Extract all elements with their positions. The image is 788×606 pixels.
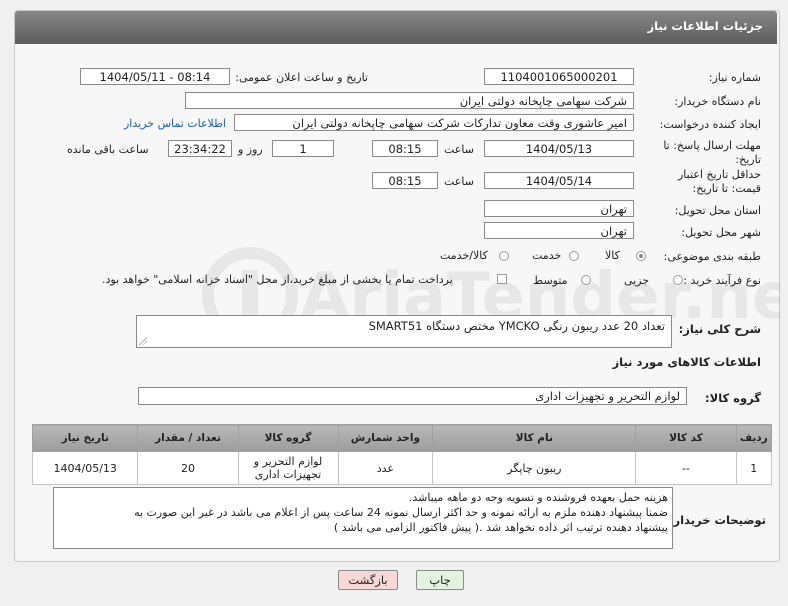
requester-field: امیر عاشوری وقت معاون تدارکات شرکت سهامی… (234, 114, 634, 131)
validity-time-label: ساعت (444, 175, 474, 188)
col-header-code: کد کالا (635, 424, 737, 452)
category-radio-service[interactable] (569, 251, 579, 261)
buyer-notes-line-3: پیشنهاد دهنده ترتیب اثر داده نخواهد شد .… (333, 521, 668, 534)
announce-label: تاریخ و ساعت اعلان عمومی: (235, 71, 368, 84)
col-header-qty: تعداد / مقدار (137, 424, 239, 452)
category-radio-both[interactable] (499, 251, 509, 261)
cell-qty: 20 (137, 451, 239, 485)
reply-time-label: ساعت (444, 143, 474, 156)
province-label: استان محل تحویل: (674, 204, 761, 217)
cell-group: لوازم التحریر و تجهیزات اداری (237, 451, 339, 485)
process-label: نوع فرآیند خرید : (683, 274, 761, 287)
category-radio-goods[interactable] (636, 251, 646, 261)
col-header-group: گروه کالا (237, 424, 339, 452)
category-label: طبقه بندی موضوعی: (663, 250, 761, 263)
resize-grip-icon[interactable] (139, 337, 147, 345)
description-label: شرح کلی نیاز: (678, 322, 761, 336)
col-header-date: تاریخ نیاز (31, 424, 139, 452)
col-header-index: ردیف (735, 424, 773, 452)
category-option-both: کالا/خدمت (440, 249, 488, 262)
province-field: تهران (484, 200, 634, 217)
reply-date-field: 1404/05/13 (484, 140, 634, 157)
cell-date: 1404/05/13 (31, 451, 139, 485)
goods-group-label: گروه کالا: (705, 391, 761, 405)
goods-section-title: اطلاعات کالاهای مورد نیاز (612, 355, 761, 369)
days-label: روز و (238, 143, 263, 156)
description-textarea[interactable]: تعداد 20 عدد ریبون رنگی YMCKO مختص دستگا… (136, 315, 672, 348)
buyer-notes-textarea[interactable]: هزینه حمل بعهده فروشنده و تسویه وجه دو م… (53, 487, 673, 549)
panel-title: جزئیات اطلاعات نیاز (647, 19, 763, 33)
goods-group-field: لوازم التحریر و تجهیزات اداری (138, 387, 687, 405)
back-button[interactable]: بازگشت (338, 570, 398, 590)
buyer-org-label: نام دستگاه خریدار: (674, 95, 761, 108)
buyer-notes-line-2: ضمنا پیشنهاد دهنده ملزم به ارائه نمونه و… (134, 506, 668, 519)
process-radio-minor[interactable] (673, 275, 683, 285)
description-text: تعداد 20 عدد ریبون رنگی YMCKO مختص دستگا… (368, 319, 665, 333)
process-radio-medium[interactable] (581, 275, 591, 285)
print-button[interactable]: چاپ (416, 570, 464, 590)
cell-index: 1 (735, 451, 773, 485)
payment-note: پرداخت تمام یا بخشی از مبلغ خرید،از محل … (102, 273, 453, 286)
city-label: شهر محل تحویل: (681, 226, 761, 239)
col-header-unit: واحد شمارش (337, 424, 434, 452)
requester-label: ایجاد کننده درخواست: (659, 118, 761, 131)
validity-time-field: 08:15 (372, 172, 438, 189)
reply-deadline-label: مهلت ارسال پاسخ: تا تاریخ: (663, 139, 761, 166)
cell-name: ریبون چاپگر (432, 451, 637, 485)
category-option-goods: کالا (605, 249, 620, 262)
process-option-minor: جزیی (624, 274, 650, 287)
buyer-notes-line-1: هزینه حمل بعهده فروشنده و تسویه وجه دو م… (408, 491, 668, 504)
col-header-name: نام کالا (432, 424, 637, 452)
validity-label: حداقل تاریخ اعتبار قیمت: تا تاریخ: (677, 168, 761, 195)
city-field: تهران (484, 222, 634, 239)
process-option-medium: متوسط (533, 274, 568, 287)
cell-unit: عدد (337, 451, 434, 485)
buyer-notes-label: توضیحات خریدار: (668, 513, 766, 527)
remaining-time-field: 23:34:22 (168, 140, 232, 157)
table-row[interactable]: 1 -- ریبون چاپگر عدد لوازم التحریر و تجه… (31, 451, 773, 485)
buyer-org-field: شرکت سهامی چاپخانه دولتی ایران (185, 92, 634, 109)
validity-date-field: 1404/05/14 (484, 172, 634, 189)
category-option-service: خدمت (532, 249, 562, 262)
reply-time-field: 08:15 (372, 140, 438, 157)
cell-code: -- (635, 451, 737, 485)
items-table: ردیف کد کالا نام کالا واحد شمارش گروه کا… (31, 424, 773, 485)
items-table-header: ردیف کد کالا نام کالا واحد شمارش گروه کا… (31, 424, 773, 452)
need-number-field: 1104001065000201 (484, 68, 634, 85)
remaining-time-label: ساعت باقی مانده (67, 143, 149, 156)
days-remaining-field: 1 (272, 140, 334, 157)
need-number-label: شماره نیاز: (708, 71, 761, 84)
treasury-checkbox[interactable] (497, 274, 507, 284)
buyer-contact-link[interactable]: اطلاعات تماس خریدار (124, 117, 226, 130)
announce-field: 1404/05/11 - 08:14 (80, 68, 230, 85)
